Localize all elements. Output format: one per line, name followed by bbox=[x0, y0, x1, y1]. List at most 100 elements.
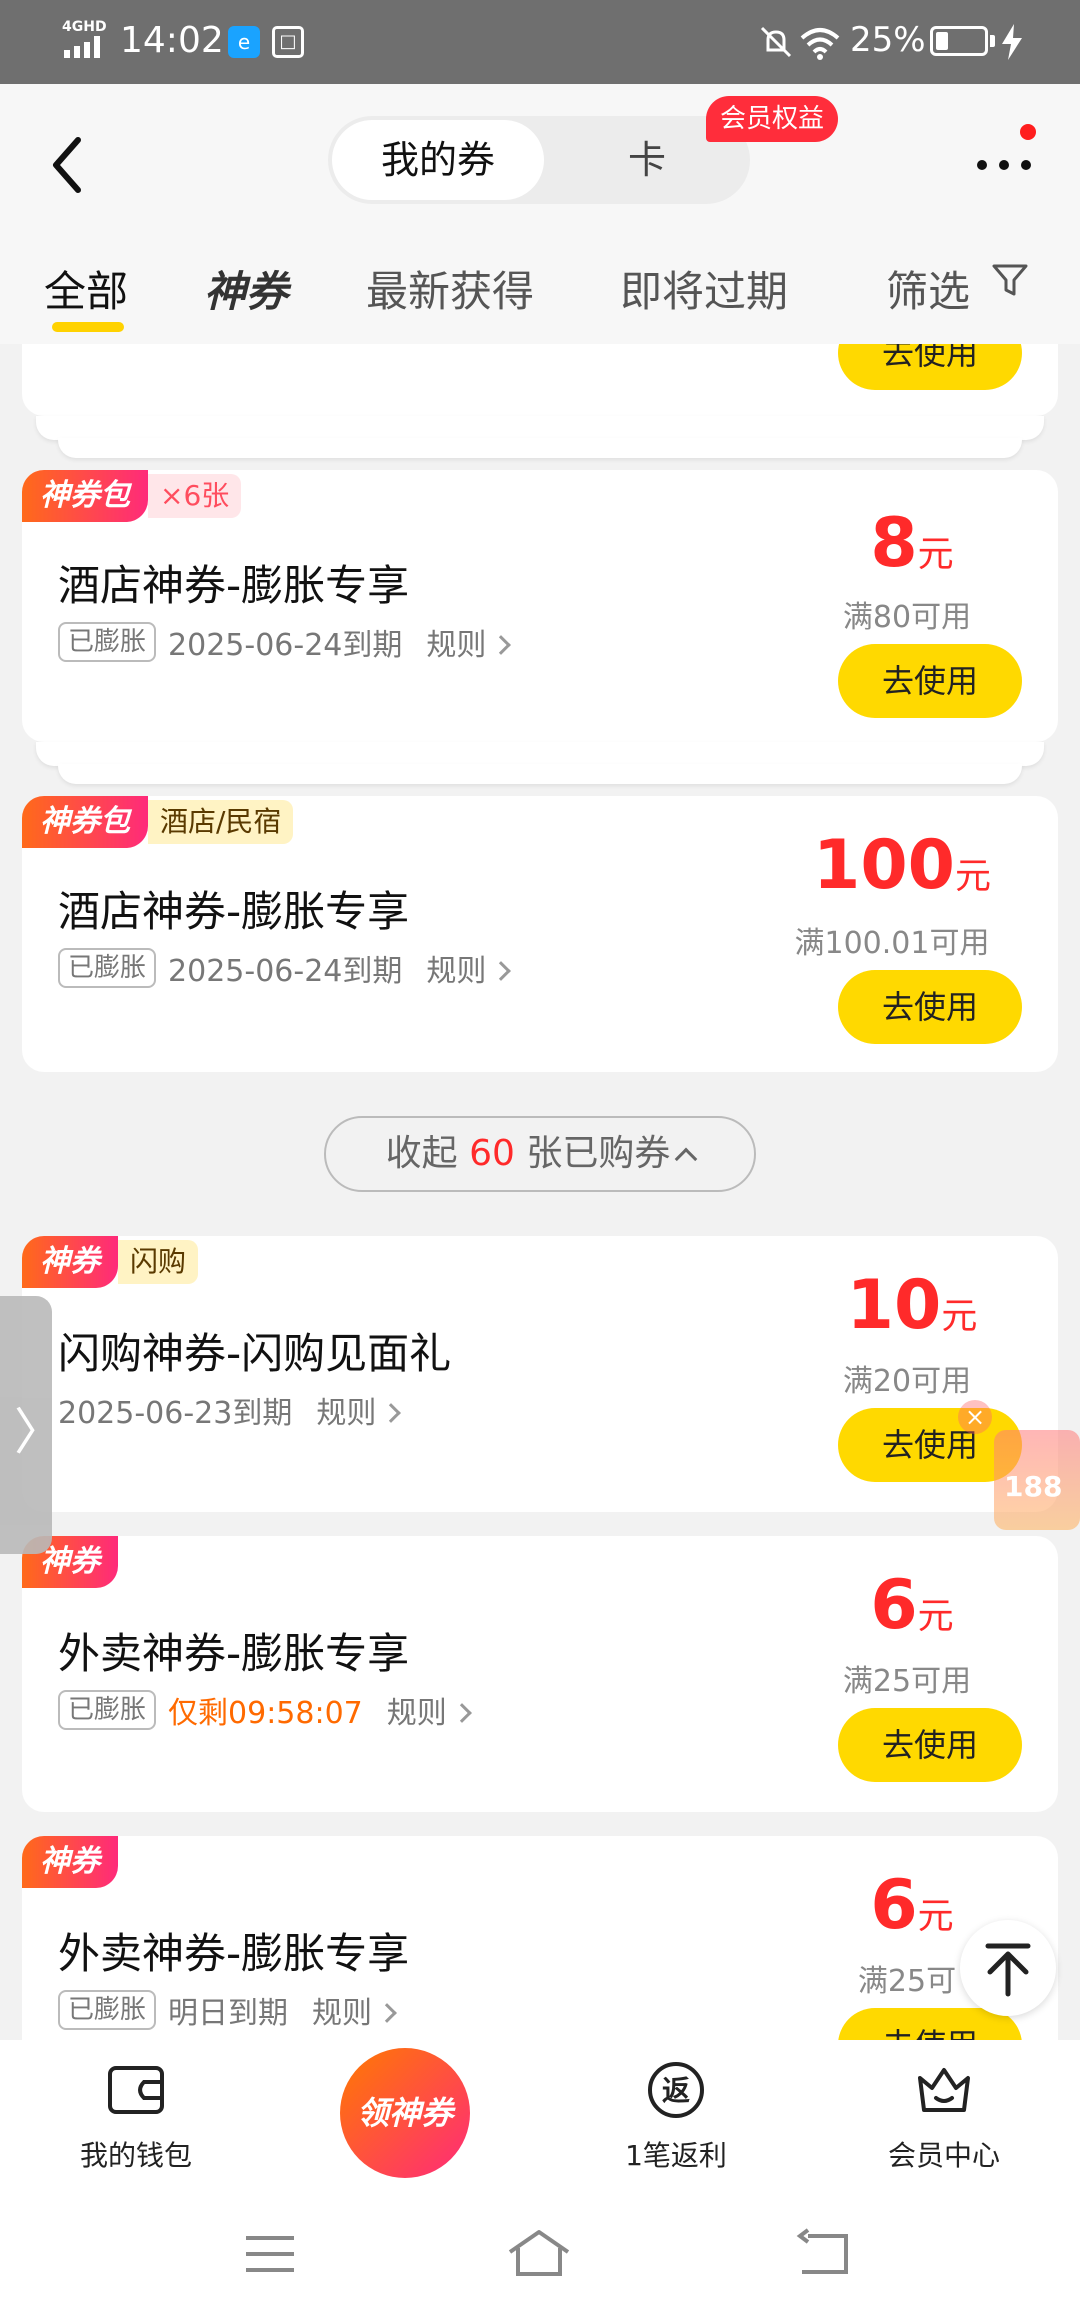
app-notification-icon: □ bbox=[272, 26, 304, 58]
status-bar: 4GHD 14:02 e □ 25% bbox=[0, 0, 1080, 84]
chevron-right-icon bbox=[381, 1403, 402, 1423]
use-button[interactable]: 去使用 bbox=[838, 644, 1022, 718]
segmented-control: 我的券 卡 bbox=[328, 116, 750, 204]
chevron-right-icon bbox=[491, 961, 512, 981]
promo-value: 188 bbox=[1004, 1470, 1063, 1503]
system-nav-bar bbox=[0, 2190, 1080, 2316]
active-tab-indicator bbox=[52, 322, 124, 332]
use-button[interactable]: 去使用 bbox=[838, 970, 1022, 1044]
floating-promo[interactable]: × 188 bbox=[948, 1400, 1080, 1540]
battery-icon bbox=[930, 26, 988, 56]
coupon-title: 外卖神券-膨胀专享 bbox=[58, 1929, 410, 1978]
usage-condition: 满25可用 bbox=[842, 1664, 972, 1699]
coupon-type-tag: 神券 bbox=[22, 1836, 118, 1888]
rules-link[interactable]: 规则 bbox=[312, 1988, 397, 2032]
coupon-title: 闪购神券-闪购见面礼 bbox=[58, 1329, 452, 1378]
coupon-tags: 神券包 酒店/民宿 bbox=[22, 796, 294, 848]
tab-my-coupons[interactable]: 我的券 bbox=[332, 120, 544, 200]
back-icon[interactable] bbox=[42, 130, 92, 200]
tab-latest[interactable]: 最新获得 bbox=[366, 258, 534, 319]
coupon-card: 去使用 bbox=[22, 344, 1058, 416]
coupon-card[interactable]: 神券 外卖神券-膨胀专享 已膨胀 明日到期 规则 6元 满25可 去使用 bbox=[22, 1836, 1058, 2040]
expanded-badge: 已膨胀 bbox=[58, 948, 157, 988]
coupon-title: 外卖神券-膨胀专享 bbox=[58, 1629, 410, 1678]
collapse-purchased-button[interactable]: 收起 60 张已购券 bbox=[324, 1116, 756, 1192]
signal-icon bbox=[64, 36, 100, 58]
coupon-count-tag: ×6张 bbox=[148, 474, 242, 518]
rules-label: 规则 bbox=[316, 1396, 377, 1431]
coupon-category-tag: 酒店/民宿 bbox=[148, 800, 294, 844]
rules-link[interactable]: 规则 bbox=[426, 946, 512, 990]
use-button[interactable]: 去使用 bbox=[838, 1708, 1022, 1782]
coupon-amount: 6元 bbox=[802, 1566, 1022, 1645]
coupon-card[interactable]: 神券包 酒店/民宿 酒店神券-膨胀专享 已膨胀 2025-06-24到期 规则 … bbox=[22, 796, 1058, 1072]
get-coupons-button[interactable]: 领神券 bbox=[340, 2048, 470, 2178]
amount-unit: 元 bbox=[954, 856, 991, 897]
amount-value: 10 bbox=[846, 1266, 942, 1345]
coupon-meta: 已膨胀 2025-06-24到期 规则 bbox=[58, 946, 512, 990]
chevron-right-icon: 〉 bbox=[14, 1403, 64, 1461]
coupon-category-tag: 闪购 bbox=[118, 1240, 199, 1284]
use-button[interactable]: 去使用 bbox=[838, 344, 1022, 390]
back-nav-icon[interactable] bbox=[794, 2226, 854, 2282]
nav-rebate[interactable]: 返 1笔返利 bbox=[586, 2060, 766, 2174]
coupon-meta: 已膨胀 2025-06-24到期 规则 bbox=[58, 620, 512, 664]
rules-link[interactable]: 规则 bbox=[316, 1388, 402, 1432]
arrow-up-icon bbox=[985, 1943, 1031, 1997]
coupon-tags: 神券包 ×6张 bbox=[22, 470, 242, 522]
card-stack-layer bbox=[58, 438, 1022, 458]
coupon-card[interactable]: 神券 外卖神券-膨胀专享 已膨胀 仅剩09:58:07 规则 6元 满25可用 … bbox=[22, 1536, 1058, 1812]
close-icon[interactable]: × bbox=[958, 1400, 992, 1434]
rules-link[interactable]: 规则 bbox=[426, 620, 512, 664]
menu-icon[interactable] bbox=[240, 2226, 300, 2282]
battery-tip bbox=[990, 35, 995, 47]
home-icon[interactable] bbox=[506, 2226, 572, 2282]
coupon-expiry: 2025-06-24到期 bbox=[168, 954, 403, 989]
filter-tabs: 全部 神券 最新获得 即将过期 筛选 bbox=[0, 244, 1080, 340]
coupon-meta: 已膨胀 仅剩09:58:07 规则 bbox=[58, 1688, 472, 1732]
expanded-badge: 已膨胀 bbox=[58, 1690, 157, 1730]
rules-label: 规则 bbox=[386, 1696, 447, 1731]
collapse-prefix: 收起 bbox=[385, 1133, 458, 1174]
nav-member-center[interactable]: 会员中心 bbox=[854, 2060, 1034, 2174]
coupon-type-tag: 神券 bbox=[22, 1236, 118, 1288]
filter-icon[interactable] bbox=[990, 260, 1030, 300]
purchased-count: 60 bbox=[469, 1133, 515, 1174]
member-benefits-badge[interactable]: 会员权益 bbox=[706, 96, 839, 142]
back-to-top-button[interactable] bbox=[960, 1920, 1056, 2016]
coupon-expiry: 明日到期 bbox=[168, 1996, 289, 2031]
more-icon[interactable] bbox=[974, 150, 1034, 180]
tab-brand-coupons[interactable]: 神券 bbox=[204, 258, 288, 319]
usage-condition: 满20可用 bbox=[842, 1364, 972, 1399]
battery-percent: 25% bbox=[850, 20, 926, 60]
tab-expiring[interactable]: 即将过期 bbox=[620, 258, 788, 319]
browser-notification-icon: e bbox=[228, 26, 260, 58]
wallet-icon bbox=[108, 2066, 164, 2114]
rules-link[interactable]: 规则 bbox=[386, 1688, 472, 1732]
clock: 14:02 bbox=[120, 20, 224, 61]
bottom-nav: 我的钱包 领神券 返 1笔返利 会员中心 bbox=[0, 2040, 1080, 2190]
coupon-card[interactable]: 神券包 ×6张 酒店神券-膨胀专享 已膨胀 2025-06-24到期 规则 8元… bbox=[22, 470, 1058, 742]
usage-condition: 满80可用 bbox=[842, 600, 972, 635]
header: 我的券 卡 会员权益 全部 神券 最新获得 即将过期 筛选 bbox=[0, 84, 1080, 344]
notification-dot bbox=[1020, 124, 1036, 140]
nav-wallet[interactable]: 我的钱包 bbox=[46, 2060, 226, 2174]
expanded-badge: 已膨胀 bbox=[58, 622, 157, 662]
crown-icon bbox=[918, 2068, 970, 2112]
countdown-timer: 仅剩09:58:07 bbox=[168, 1696, 363, 1731]
coupon-amount: 100元 bbox=[782, 826, 1022, 905]
coupon-card[interactable]: 神券 闪购 闪购神券-闪购见面礼 2025-06-23到期 规则 10元 满20… bbox=[22, 1236, 1058, 1512]
rules-label: 规则 bbox=[426, 628, 487, 663]
chevron-right-icon bbox=[451, 1703, 472, 1723]
coupon-list: 去使用 神券包 ×6张 酒店神券-膨胀专享 已膨胀 2025-06-24到期 规… bbox=[0, 344, 1080, 2040]
tab-all[interactable]: 全部 bbox=[44, 258, 128, 319]
side-drawer-handle[interactable]: 〉 bbox=[0, 1296, 64, 1554]
nav-rebate-label: 1笔返利 bbox=[625, 2139, 727, 2172]
collapse-suffix: 张已购券 bbox=[526, 1133, 671, 1174]
coupon-amount: 8元 bbox=[802, 504, 1022, 583]
amount-value: 8 bbox=[870, 504, 918, 583]
tab-filter[interactable]: 筛选 bbox=[886, 258, 970, 319]
charging-icon bbox=[1002, 24, 1022, 60]
coupon-type-tag: 神券包 bbox=[22, 796, 148, 848]
amount-value: 6 bbox=[870, 1866, 918, 1945]
